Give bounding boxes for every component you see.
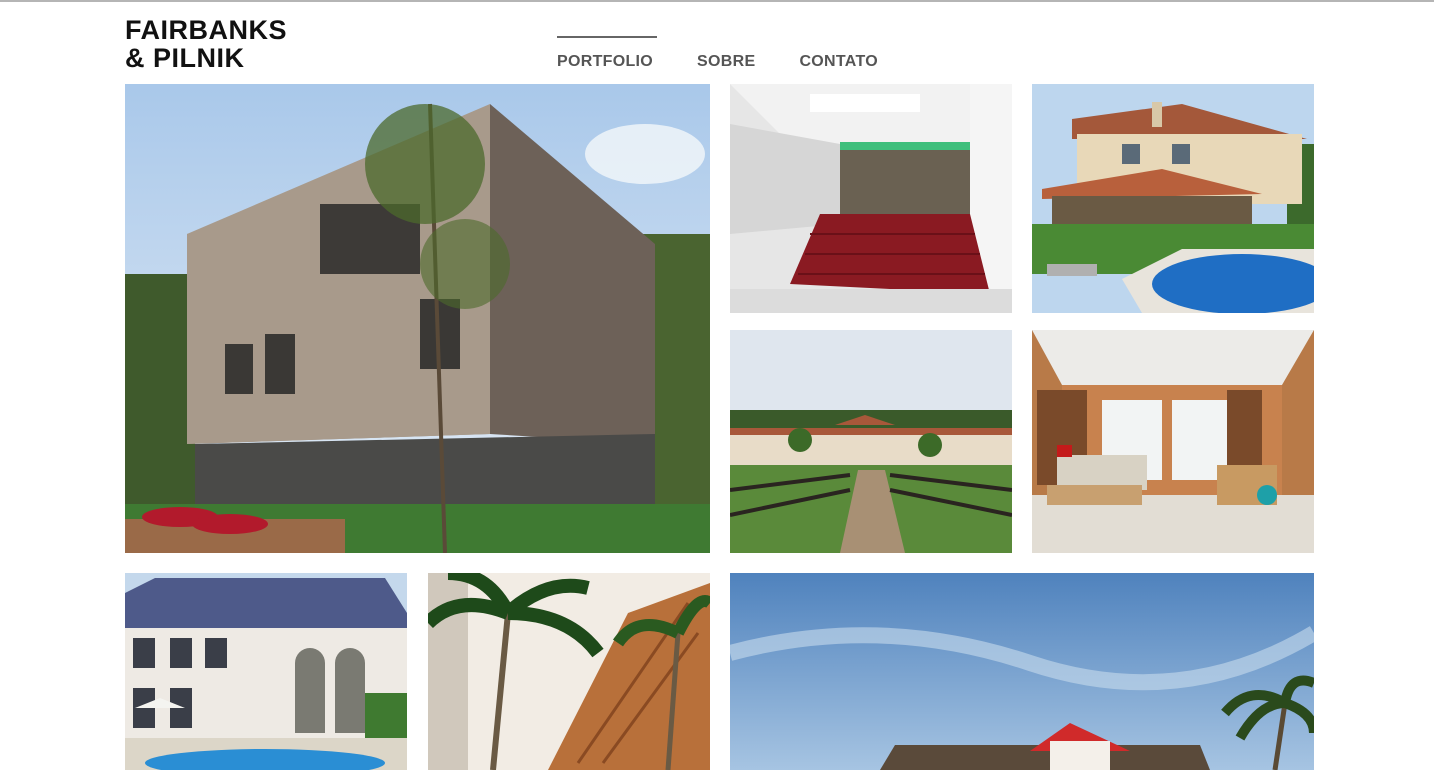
nav-portfolio[interactable]: PORTFOLIO [557, 36, 658, 71]
portfolio-tile-interior-stairs[interactable] [730, 84, 1012, 313]
villa-pool-image [1032, 84, 1314, 313]
farm-estate-image [730, 330, 1012, 553]
portfolio-tile-tropical-courtyard[interactable] [428, 573, 710, 770]
beach-house-image [730, 573, 1314, 770]
portfolio-tile-living-room[interactable] [1032, 330, 1314, 553]
concrete-house-image [125, 84, 710, 553]
nav-sobre[interactable]: SOBRE [697, 36, 755, 71]
brand-line-2: & PILNIK [125, 43, 245, 73]
portfolio-tile-concrete-house[interactable] [125, 84, 710, 553]
mansion-image [125, 573, 407, 770]
portfolio-tile-beach-house[interactable] [730, 573, 1314, 770]
brand-line-1: FAIRBANKS [125, 15, 288, 45]
living-room-image [1032, 330, 1314, 553]
interior-stairs-image [730, 84, 1012, 313]
brand-logo[interactable]: FAIRBANKS & PILNIK [125, 16, 287, 72]
tropical-courtyard-image [428, 573, 710, 770]
main-nav: PORTFOLIO SOBRE CONTATO [557, 36, 922, 71]
portfolio-tile-villa-pool[interactable] [1032, 84, 1314, 313]
nav-contato[interactable]: CONTATO [799, 36, 878, 71]
portfolio-tile-farm-estate[interactable] [730, 330, 1012, 553]
portfolio-tile-mansion[interactable] [125, 573, 407, 770]
